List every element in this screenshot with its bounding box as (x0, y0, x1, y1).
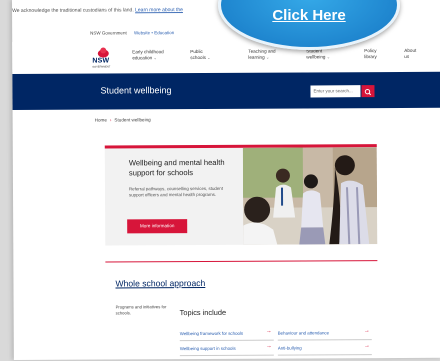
acknowledgement-link[interactable]: Learn more about the (135, 7, 183, 13)
chevron-down-icon: ⌄ (326, 54, 331, 60)
page-title: Student wellbeing (100, 85, 172, 96)
acknowledgement-text: We acknowledge the traditional custodian… (12, 7, 136, 14)
arrow-right-icon: → (265, 328, 272, 335)
nav-item-label: wellbeing (306, 54, 326, 60)
chevron-right-icon: › (109, 117, 112, 123)
government-bar-link[interactable]: Website • Education (134, 30, 174, 35)
students-photo (242, 147, 378, 245)
students-photo-image (242, 147, 378, 245)
breadcrumb-current: Student wellbeing (114, 117, 151, 123)
chevron-down-icon: ⌄ (265, 54, 270, 60)
topic-link[interactable]: Wellbeing framework for schools → (179, 325, 274, 342)
topic-label: Wellbeing framework for schools (179, 330, 244, 337)
chevron-down-icon: ⌄ (207, 54, 211, 60)
section-intro: Programs and initiatives for schools. (115, 304, 167, 316)
nav-item-early-childhood[interactable]: Early childhood education ⌄ (132, 49, 190, 61)
topics-heading: Topics include (179, 307, 227, 318)
more-information-button[interactable]: More information (127, 219, 188, 234)
nav-item-label: library (364, 54, 377, 60)
feature-card: Wellbeing and mental health support for … (104, 144, 378, 246)
arrow-right-icon: → (363, 328, 370, 335)
card-body: Referral pathways, counselling services,… (128, 185, 223, 198)
nav-item-policy-library[interactable]: Policy library (364, 48, 404, 60)
nav-item-public-schools[interactable]: Public schools ⌄ (190, 49, 248, 61)
hero-banner: Student wellbeing Enter your search... (12, 71, 440, 110)
card-title: Wellbeing and mental health support for … (128, 157, 225, 178)
waratah-icon (97, 47, 109, 58)
logo-subtitle: GOVERNMENT (92, 65, 111, 69)
site-header: NSW GOVERNMENT Early childhood education… (12, 39, 440, 72)
topic-label: Behaviour and attendance (277, 330, 330, 336)
section-title-link[interactable]: Whole school approach (115, 278, 205, 288)
acknowledgement-banner: We acknowledge the traditional custodian… (12, 7, 252, 14)
breadcrumb: Home › Student wellbeing (95, 117, 151, 122)
main-navigation: Early childhood education ⌄ Public schoo… (132, 48, 434, 62)
topic-link[interactable]: Anti-bullying → (277, 340, 372, 356)
chevron-down-icon: ⌄ (153, 55, 157, 61)
nav-item-teaching-learning[interactable]: Teaching and learning ⌄ (248, 48, 306, 60)
nav-item-label: schools (190, 54, 206, 61)
nav-item-label: education (132, 55, 153, 61)
search-icon (364, 88, 372, 96)
nsw-logo[interactable]: NSW GOVERNMENT (92, 47, 114, 69)
web-page: We acknowledge the traditional custodian… (12, 0, 440, 361)
search-button[interactable] (361, 85, 375, 98)
topic-link[interactable]: Wellbeing support in schools → (179, 340, 274, 357)
topics-list: Wellbeing framework for schools → Behavi… (179, 325, 376, 357)
topic-label: Wellbeing support in schools (179, 345, 236, 352)
government-bar: NSW Government Website • Education (90, 30, 174, 35)
arrow-right-icon: → (265, 343, 272, 350)
breadcrumb-home[interactable]: Home (95, 118, 107, 123)
nav-item-about-us[interactable]: About us (404, 48, 434, 60)
nav-item-label: learning (248, 54, 265, 60)
click-here-link[interactable]: Click Here (221, 7, 397, 24)
nav-item-label: us (404, 53, 410, 59)
whole-school-section: Whole school approach Programs and initi… (105, 260, 378, 361)
logo-wordmark: NSW (92, 57, 110, 65)
topic-link[interactable]: Behaviour and attendance → (277, 325, 372, 341)
government-bar-text: NSW Government (90, 30, 127, 36)
topic-label: Anti-bullying (277, 345, 302, 351)
search-input[interactable]: Enter your search... (310, 85, 361, 98)
nav-item-student-wellbeing[interactable]: Student wellbeing ⌄ (306, 48, 364, 60)
arrow-right-icon: → (363, 343, 370, 350)
